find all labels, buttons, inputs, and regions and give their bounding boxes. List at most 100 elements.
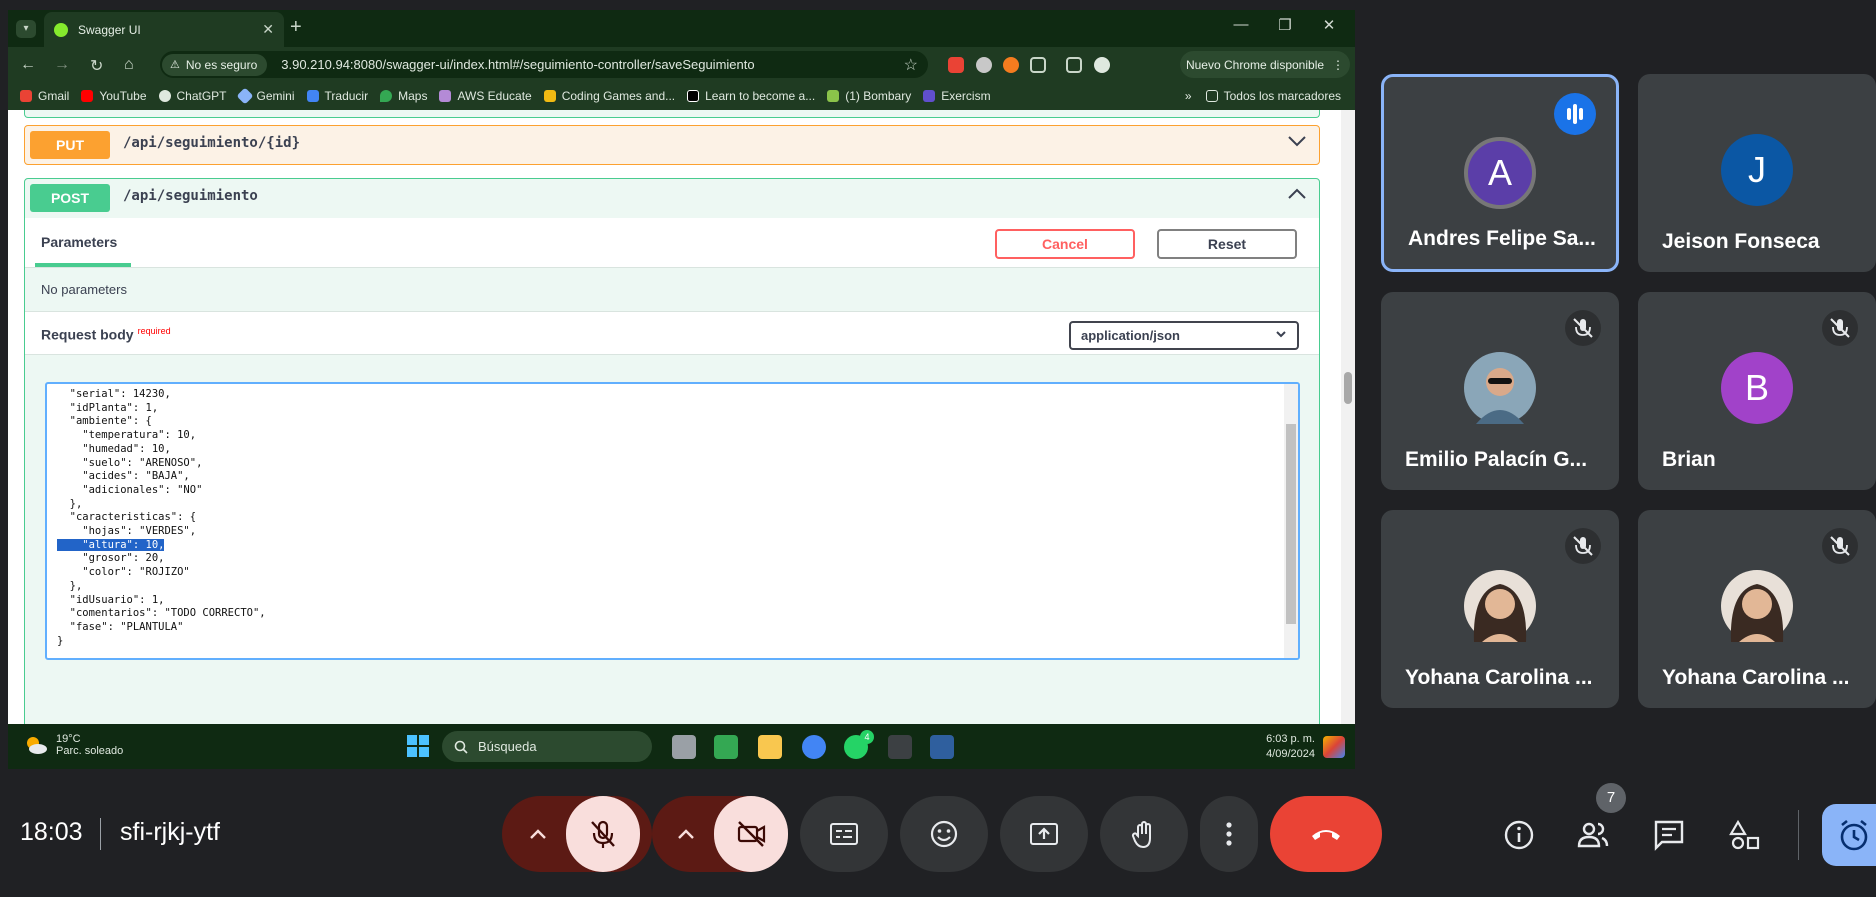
activities-icon[interactable] bbox=[1728, 818, 1762, 852]
bookmark-chatgpt[interactable]: ChatGPT bbox=[158, 89, 227, 103]
camera-options-button[interactable] bbox=[652, 796, 720, 872]
reset-button[interactable]: Reset bbox=[1157, 229, 1297, 259]
chatgpt-icon bbox=[158, 90, 171, 102]
participant-tile[interactable]: Yohana Carolina ... bbox=[1638, 510, 1876, 708]
bookmark-learn[interactable]: Learn to become a... bbox=[687, 89, 815, 103]
request-body-editor[interactable]: "serial": 14230, "idPlanta": 1, "ambient… bbox=[45, 382, 1300, 660]
url-text: 3.90.210.94:8080/swagger-ui/index.html#/… bbox=[281, 57, 755, 72]
codingame-icon bbox=[543, 90, 556, 102]
aws-icon bbox=[439, 90, 452, 102]
timer-button[interactable] bbox=[1822, 804, 1876, 866]
chevron-up-icon[interactable] bbox=[1287, 187, 1307, 201]
mic-toggle-button[interactable] bbox=[566, 796, 640, 872]
avatar bbox=[1464, 352, 1536, 424]
bookmark-exercism[interactable]: Exercism bbox=[923, 89, 991, 103]
cancel-button[interactable]: Cancel bbox=[995, 229, 1135, 259]
mic-options-button[interactable] bbox=[502, 796, 574, 872]
editor-scrollbar[interactable] bbox=[1284, 384, 1298, 658]
whatsapp-badge: 4 bbox=[860, 730, 874, 744]
all-bookmarks-folder[interactable]: Todos los marcadores bbox=[1205, 89, 1341, 103]
extension-icon[interactable] bbox=[948, 57, 964, 73]
chrome-icon[interactable] bbox=[802, 735, 826, 759]
content-type-select[interactable]: application/json bbox=[1069, 321, 1299, 350]
meeting-info-icon[interactable] bbox=[1502, 818, 1536, 852]
restore-icon[interactable]: ❐ bbox=[1270, 16, 1300, 34]
put-method-badge: PUT bbox=[30, 131, 110, 159]
taskbar-search[interactable]: Búsqueda bbox=[442, 731, 652, 762]
bookmark-translate[interactable]: Traducir bbox=[306, 89, 368, 103]
task-view-icon[interactable] bbox=[672, 735, 696, 759]
browser-tabstrip: ▾ Swagger UI ✕ + — ❐ ✕ bbox=[8, 10, 1355, 47]
put-operation[interactable]: PUT /api/seguimiento/{id} bbox=[24, 125, 1320, 165]
participant-tile[interactable]: J Jeison Fonseca bbox=[1638, 74, 1876, 272]
reload-icon[interactable]: ↻ bbox=[90, 56, 103, 76]
post-path[interactable]: /api/seguimiento bbox=[123, 188, 258, 204]
extension-icon[interactable] bbox=[1003, 57, 1019, 73]
bookmark-maps[interactable]: Maps bbox=[380, 89, 427, 103]
more-options-button[interactable] bbox=[1200, 796, 1258, 872]
bookmark-youtube[interactable]: YouTube bbox=[81, 89, 147, 103]
taskbar-clock[interactable]: 6:03 p. m. 4/09/2024 bbox=[1266, 732, 1315, 762]
participant-count-badge: 7 bbox=[1596, 783, 1626, 813]
tab-title: Swagger UI bbox=[78, 22, 141, 37]
security-chip[interactable]: ⚠ No es seguro bbox=[162, 53, 268, 76]
leave-call-button[interactable] bbox=[1270, 796, 1382, 872]
close-window-icon[interactable]: ✕ bbox=[1314, 16, 1344, 34]
reactions-button[interactable] bbox=[900, 796, 988, 872]
widgets-icon[interactable] bbox=[714, 735, 738, 759]
editor-scroll-thumb[interactable] bbox=[1286, 424, 1296, 624]
file-explorer-icon[interactable] bbox=[758, 735, 782, 759]
chat-icon[interactable] bbox=[1652, 818, 1686, 852]
meeting-time: 18:03 bbox=[20, 818, 83, 846]
participant-tile[interactable]: Emilio Palacín G... bbox=[1381, 292, 1619, 490]
bookmark-bombary[interactable]: (1) Bombary bbox=[827, 89, 911, 103]
chevron-down-icon[interactable] bbox=[1287, 134, 1307, 148]
close-tab-icon[interactable]: ✕ bbox=[262, 21, 274, 38]
browser-tab[interactable]: Swagger UI ✕ bbox=[44, 12, 284, 47]
page-scroll-thumb[interactable] bbox=[1344, 372, 1352, 404]
folder-icon bbox=[1205, 90, 1218, 102]
participant-tile[interactable]: Yohana Carolina ... bbox=[1381, 510, 1619, 708]
profile-avatar-icon[interactable] bbox=[1094, 57, 1110, 73]
page-scrollbar[interactable] bbox=[1341, 110, 1355, 724]
media-control-icon[interactable] bbox=[1066, 57, 1082, 73]
present-screen-button[interactable] bbox=[1000, 796, 1088, 872]
divider bbox=[100, 818, 101, 850]
people-icon[interactable] bbox=[1576, 818, 1610, 852]
copilot-icon[interactable] bbox=[1323, 736, 1345, 758]
extension-icon[interactable] bbox=[976, 57, 992, 73]
database-tool-icon[interactable] bbox=[930, 735, 954, 759]
terminal-icon[interactable] bbox=[888, 735, 912, 759]
put-path: /api/seguimiento/{id} bbox=[123, 135, 301, 151]
bookmark-coding-games[interactable]: Coding Games and... bbox=[543, 89, 675, 103]
new-tab-button[interactable]: + bbox=[290, 16, 302, 39]
weather-widget[interactable]: 19°C Parc. soleado bbox=[24, 733, 123, 757]
bookmark-aws-educate[interactable]: AWS Educate bbox=[439, 89, 532, 103]
mic-off-icon bbox=[1565, 310, 1601, 346]
request-body-header: Request body required application/json bbox=[25, 311, 1319, 355]
chrome-update-button[interactable]: Nuevo Chrome disponible ⋮ bbox=[1180, 51, 1350, 78]
camera-toggle-button[interactable] bbox=[714, 796, 788, 872]
participant-tile[interactable]: A Andres Felipe Sa... bbox=[1381, 74, 1619, 272]
minimize-icon[interactable]: — bbox=[1226, 16, 1256, 33]
chevron-down-icon bbox=[1275, 327, 1287, 341]
sun-cloud-icon bbox=[24, 734, 48, 756]
windows-start-icon[interactable] bbox=[406, 734, 430, 758]
captions-button[interactable] bbox=[800, 796, 888, 872]
participant-name: Emilio Palacín G... bbox=[1405, 448, 1588, 471]
tab-search-icon[interactable]: ▾ bbox=[16, 20, 36, 38]
address-bar[interactable]: ⚠ No es seguro 3.90.210.94:8080/swagger-u… bbox=[160, 51, 928, 78]
bookmark-gmail[interactable]: Gmail bbox=[20, 89, 69, 103]
parameters-tab[interactable]: Parameters bbox=[41, 234, 117, 250]
raise-hand-button[interactable] bbox=[1100, 796, 1188, 872]
participant-tile[interactable]: B Brian bbox=[1638, 292, 1876, 490]
home-icon[interactable]: ⌂ bbox=[124, 56, 134, 74]
back-icon[interactable]: ← bbox=[20, 56, 36, 74]
extensions-puzzle-icon[interactable] bbox=[1030, 57, 1046, 73]
tab-underline bbox=[35, 263, 131, 267]
bookmark-gemini[interactable]: Gemini bbox=[236, 87, 295, 105]
more-bookmarks-icon[interactable]: » bbox=[1185, 89, 1192, 103]
forward-icon[interactable]: → bbox=[54, 56, 70, 74]
bookmark-star-icon[interactable]: ☆ bbox=[904, 55, 918, 75]
avatar bbox=[1464, 570, 1536, 642]
